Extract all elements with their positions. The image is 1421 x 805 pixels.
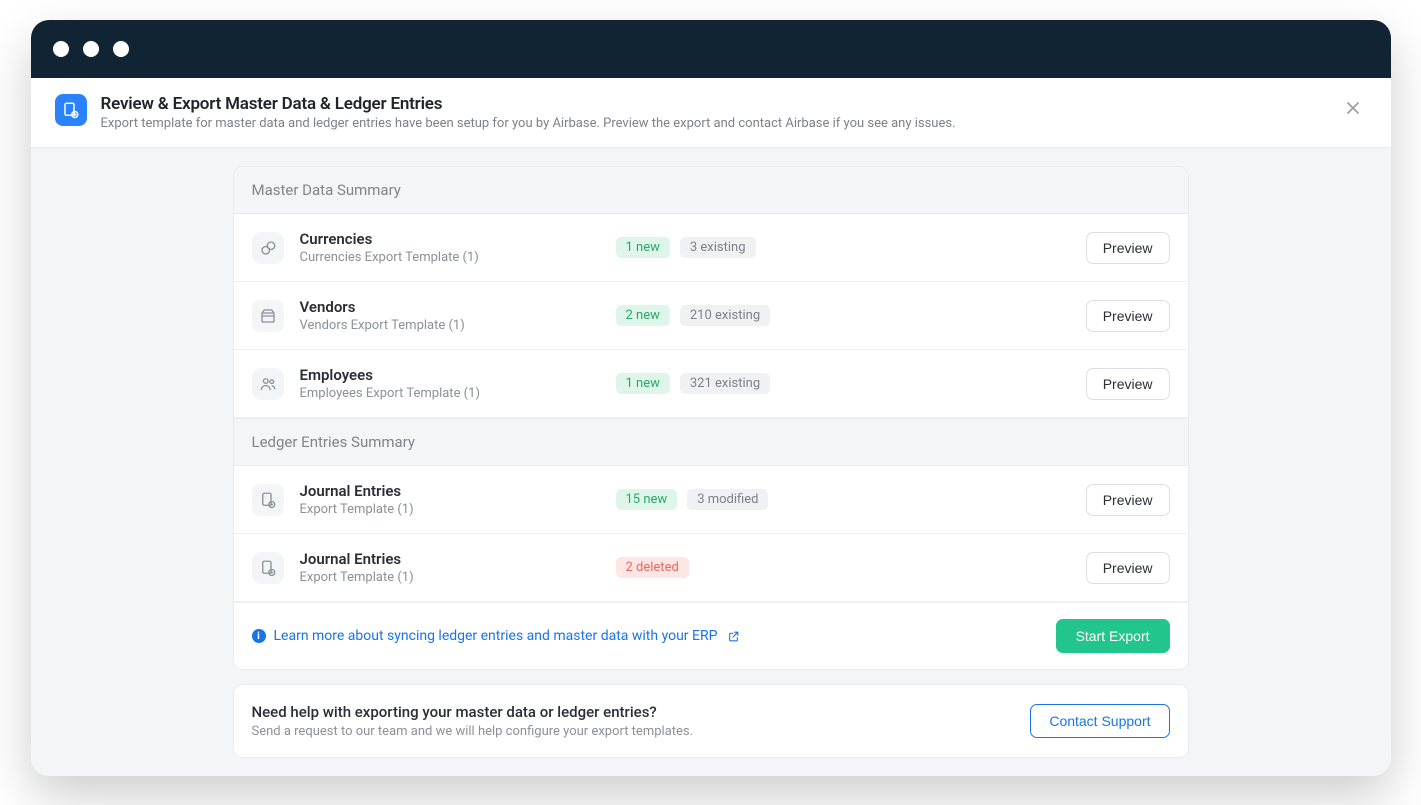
window-control-close[interactable] [53,41,69,57]
export-icon [55,94,87,126]
employees-icon [252,368,284,400]
titlebar [31,20,1391,78]
external-link-icon [727,630,740,643]
page-header: Review & Export Master Data & Ledger Ent… [31,78,1391,148]
contact-support-button[interactable]: Contact Support [1030,704,1169,738]
ledger-heading: Ledger Entries Summary [234,418,1188,466]
row-journal-1: Journal Entries Export Template (1) 15 n… [234,466,1188,534]
learn-more-text: Learn more about syncing ledger entries … [274,628,718,644]
badge-modified: 3 modified [687,489,768,510]
row-employees: Employees Employees Export Template (1) … [234,350,1188,418]
help-subtitle: Send a request to our team and we will h… [252,724,694,739]
row-title: Currencies [300,230,600,248]
help-title: Need help with exporting your master dat… [252,703,694,721]
badge-new: 1 new [616,237,670,258]
row-subtitle: Vendors Export Template (1) [300,318,600,333]
app-window: Review & Export Master Data & Ledger Ent… [31,20,1391,776]
content-area: Master Data Summary Currencies Currencie… [31,148,1391,776]
row-subtitle: Export Template (1) [300,502,600,517]
start-export-button[interactable]: Start Export [1056,619,1170,653]
badge-new: 2 new [616,305,670,326]
row-currencies: Currencies Currencies Export Template (1… [234,214,1188,282]
page-subtitle: Export template for master data and ledg… [101,116,1325,131]
journal-icon [252,552,284,584]
badge-existing: 3 existing [680,237,756,258]
row-subtitle: Currencies Export Template (1) [300,250,600,265]
badge-new: 1 new [616,373,670,394]
currencies-icon [252,232,284,264]
badge-deleted: 2 deleted [616,557,689,578]
summary-card: Master Data Summary Currencies Currencie… [233,166,1189,670]
row-subtitle: Employees Export Template (1) [300,386,600,401]
row-title: Employees [300,366,600,384]
preview-button[interactable]: Preview [1086,484,1170,516]
app-body: Review & Export Master Data & Ledger Ent… [31,78,1391,776]
learn-more-link[interactable]: i Learn more about syncing ledger entrie… [252,628,741,644]
row-title: Journal Entries [300,482,600,500]
row-journal-2: Journal Entries Export Template (1) 2 de… [234,534,1188,602]
row-vendors: Vendors Vendors Export Template (1) 2 ne… [234,282,1188,350]
close-icon [1343,98,1363,118]
preview-button[interactable]: Preview [1086,232,1170,264]
badge-new: 15 new [616,489,678,510]
preview-button[interactable]: Preview [1086,552,1170,584]
row-title: Journal Entries [300,550,600,568]
badge-existing: 321 existing [680,373,770,394]
preview-button[interactable]: Preview [1086,368,1170,400]
page-title: Review & Export Master Data & Ledger Ent… [101,94,1325,114]
info-icon: i [252,629,266,643]
vendors-icon [252,300,284,332]
preview-button[interactable]: Preview [1086,300,1170,332]
window-control-maximize[interactable] [113,41,129,57]
row-title: Vendors [300,298,600,316]
window-control-minimize[interactable] [83,41,99,57]
journal-icon [252,484,284,516]
master-data-heading: Master Data Summary [234,167,1188,214]
card-footer: i Learn more about syncing ledger entrie… [234,602,1188,669]
row-subtitle: Export Template (1) [300,570,600,585]
badge-existing: 210 existing [680,305,770,326]
close-button[interactable] [1339,94,1367,126]
help-card: Need help with exporting your master dat… [233,684,1189,758]
